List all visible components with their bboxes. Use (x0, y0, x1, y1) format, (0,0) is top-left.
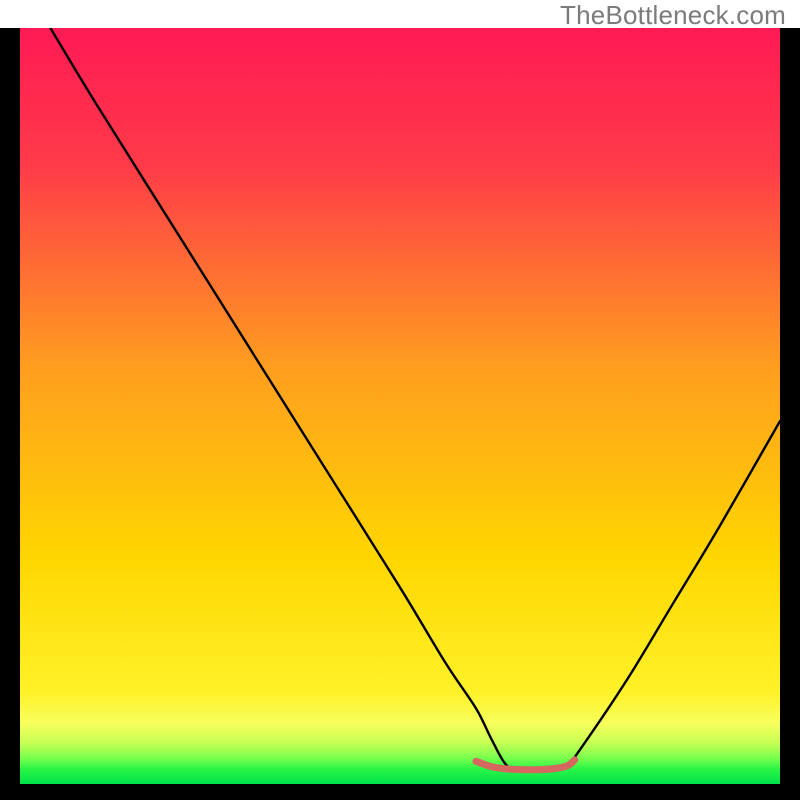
chart-svg (20, 28, 780, 784)
frame-bottom (0, 784, 800, 800)
plot-area (20, 28, 780, 784)
frame-left (0, 28, 20, 784)
gradient-background (20, 28, 780, 784)
frame-right (780, 28, 800, 784)
chart-container: TheBottleneck.com (0, 0, 800, 800)
watermark-text: TheBottleneck.com (560, 0, 786, 31)
